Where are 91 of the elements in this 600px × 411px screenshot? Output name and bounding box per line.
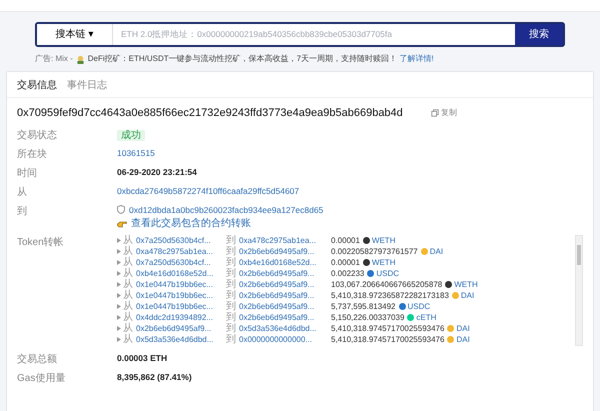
token-amount: 5,150,226.00337039 [331,312,404,324]
token-link[interactable]: DAI [430,246,444,258]
direction-label: 到 [226,290,236,301]
copy-button[interactable]: 复制 [430,107,457,120]
address-link[interactable]: 0x5d3a536e4d6dbd... [136,334,224,346]
token-link[interactable]: WETH [454,278,478,291]
scrollbar[interactable] [575,235,583,346]
address-link[interactable]: 0x2b6eb6d9495af9... [239,246,331,258]
field-label: 交易状态 [17,128,58,142]
token-amount: 0.00001 [331,234,360,247]
address-link[interactable]: 0xd12dbda1a0bc9b260023facb934ee9a127ec8d65 [129,204,324,216]
address-link[interactable]: 0x2b6eb6d9495af9... [239,290,331,302]
direction-label: 从 [123,312,133,323]
field-label: 时间 [17,166,38,180]
address-link[interactable]: 0x5d3a536e4d6dbd... [239,322,331,335]
token-amount: 0.00001 [331,256,360,269]
token-link[interactable]: cETH [416,312,436,324]
search-bar[interactable]: 搜本链 ▾ ETH 2.0抵押地址：0x00000000219ab540356cbb839cbe05303d7705fa 搜索 [35,22,565,47]
search-button[interactable]: 搜索 [515,24,563,45]
address-link[interactable]: 0xbcda27649b5872274f10ff6caafa29ffc5d54607 [117,184,300,198]
field-value: 0.00003 ETH [117,352,168,365]
address-link[interactable]: 0x1e0447b19bb6ec... [136,290,224,302]
token-amount: 5,410,318.97457170025593476 [331,334,444,346]
direction-label: 到 [226,258,236,268]
status-badge: 成功 [117,130,145,140]
address-link[interactable]: 0x1e0447b19bb6ec... [136,278,224,291]
address-link[interactable]: 0xa478c2975ab1ea... [239,234,331,247]
field-label: 所在块 [17,148,48,162]
token-link[interactable]: USDC [376,268,400,280]
token-amount: 5,410,318.97457170025593476 [331,322,444,335]
address-link[interactable]: 0x4ddc2d19394892... [136,312,224,324]
ad-text: DeFi挖矿：ETH/USDT一键参与流动性挖矿，保本高收益，7天一周期，支持随时赎回！ 了解详情! [88,53,434,65]
contract-transfers-link[interactable]: 查看此交易包含的合约转账 [131,216,251,232]
direction-label: 到 [226,302,236,312]
direction-label: 到 [226,246,236,257]
address-link[interactable]: 10361515 [117,146,155,160]
address-link[interactable]: 0xb4e16d0168e52d... [136,268,224,280]
field-label: 从 [17,186,28,200]
tab[interactable]: 事件日志 [67,78,107,93]
token-link[interactable]: DAI [460,290,474,302]
token-link[interactable]: WETH [372,234,396,247]
ad-label: 广告: Mix - [35,53,73,65]
token-link[interactable]: DAI [456,334,470,346]
field-label: 到 [17,204,28,218]
address-link[interactable]: 0x7a250d5630b4cf... [136,234,224,247]
address-link[interactable]: 0x2b6eb6d9495af9... [239,268,331,280]
field-label: Token转帐 [17,236,65,250]
direction-label: 到 [226,334,236,345]
field-label: Gas使用量 [17,372,66,386]
address-link[interactable]: 0x2b6eb6d9495af9... [239,312,331,324]
direction-label: 从 [123,290,133,301]
token-amount: 0.002205827973761577 [331,246,418,258]
address-link[interactable]: 0x2b6eb6d9495af9... [136,322,224,335]
direction-label: 从 [123,246,133,257]
field-value: 8,395,862 (87.41%) [117,371,192,384]
field-value: 06-29-2020 23:21:54 [117,166,197,178]
direction-label: 从 [123,334,133,345]
address-link[interactable]: 0x2b6eb6d9495af9... [239,278,331,291]
details-link[interactable]: 了解详情! [399,54,434,63]
token-link[interactable]: WETH [372,256,396,269]
direction-label: 到 [226,268,236,279]
address-link[interactable]: 0x0000000000000... [239,334,331,346]
address-link[interactable]: 0x7a250d5630b4cf... [136,256,224,269]
direction-label: 从 [123,324,133,334]
direction-label: 从 [123,268,133,279]
transaction-hash: 0x70959fef9d7cc4643a0e885f66ec21732e9243ffd3773e4a9ea9b5ab669bab4d [17,106,403,121]
address-link[interactable]: 0x1e0447b19bb6ec... [136,300,224,313]
direction-label: 从 [123,302,133,312]
shield-icon [117,205,125,214]
direction-label: 到 [226,324,236,334]
token-link[interactable]: DAI [456,322,470,335]
direction-label: 到 [226,236,236,246]
direction-label: 到 [226,280,236,290]
address-link[interactable]: 0x2b6eb6d9495af9... [239,300,331,313]
farmer-icon [76,54,85,64]
token-amount: 0.002233 [331,268,364,280]
tab[interactable]: 交易信息 [17,78,57,93]
field-label: 交易总额 [17,352,58,368]
copy-icon [430,109,439,118]
token-link[interactable]: USDC [408,300,430,313]
token-amount: 5,410,318.972365872282173183 [331,290,449,302]
direction-label: 从 [123,236,133,246]
direction-label: 到 [226,312,236,323]
pointing-hand-icon [117,220,127,228]
address-link[interactable]: 0xa478c2975ab1ea... [136,246,224,258]
address-link[interactable]: 0xb4e16d0168e52d... [239,256,331,269]
chain-dropdown[interactable]: 搜本链 ▾ [37,24,113,45]
token-amount: 103,067.206640667665205878 [331,278,442,291]
token-amount: 5,737,595.813492 [331,300,396,313]
direction-label: 从 [123,258,133,268]
direction-label: 从 [123,280,133,290]
